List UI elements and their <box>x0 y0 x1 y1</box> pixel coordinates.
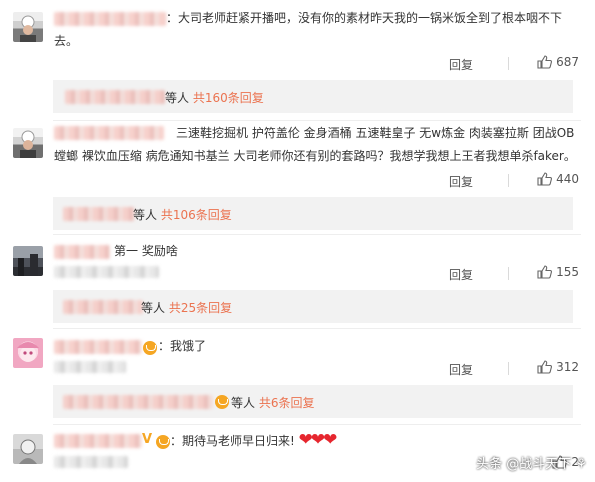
reply-button[interactable]: 回复 <box>449 266 489 283</box>
divider <box>53 234 581 235</box>
action-divider <box>508 362 509 375</box>
reply-button[interactable]: 回复 <box>449 361 489 378</box>
reply-button[interactable]: 回复 <box>449 173 489 190</box>
verified-v-icon: V <box>142 432 153 447</box>
comment-text-line: ：我饿了 <box>158 339 207 353</box>
comment-text-line: 三速鞋挖掘机 护符盖伦 金身酒桶 五速鞋皇子 无w炼金 肉装塞拉斯 团战OB <box>176 126 575 140</box>
blurred-username[interactable] <box>54 434 142 448</box>
comment-text-cont: 去。 <box>54 30 466 53</box>
like-button[interactable]: 155 <box>537 265 579 279</box>
comment-text-line: 螳螂 裸饮血压缩 病危通知书基兰 大司老师你还有别的套路吗？我想学我想上王者我想… <box>54 149 576 163</box>
comment-text-line: ：期待马老师早日归来! <box>170 434 295 448</box>
blurred-username[interactable] <box>54 126 164 140</box>
action-divider <box>508 174 509 187</box>
comment-text: 第一 奖励啥 <box>114 240 526 263</box>
sub-replies-prefix: 等人 <box>165 91 190 105</box>
action-divider <box>508 267 509 280</box>
sub-replies-label[interactable]: 等人 共6条回复 <box>231 394 314 411</box>
comment-text-line: 去。 <box>54 34 79 48</box>
sub-replies-prefix: 等人 <box>133 208 158 222</box>
thumbs-up-icon <box>537 55 553 69</box>
blurred-replier-names <box>63 395 213 409</box>
blurred-username <box>54 361 126 373</box>
like-count: 440 <box>556 172 579 186</box>
comment-text: ：我饿了 <box>158 335 570 358</box>
chef-avatar-icon <box>20 15 36 42</box>
sub-replies-label[interactable]: 等人 共25条回复 <box>141 299 232 316</box>
sub-replies-prefix: 等人 <box>231 396 256 410</box>
blurred-replier-names <box>63 207 135 221</box>
sub-replies-label[interactable]: 等人 共160条回复 <box>165 89 264 106</box>
heart-emoji-icon: ❤❤❤ <box>298 430 338 450</box>
blurred-username[interactable] <box>54 245 110 259</box>
divider <box>53 120 581 121</box>
comment-text-line: 第一 奖励啥 <box>114 244 178 258</box>
sub-replies-count[interactable]: 共160条回复 <box>193 91 264 105</box>
vip-badge-icon <box>143 341 157 355</box>
sub-replies-box[interactable]: 等人 共106条回复 <box>53 197 573 230</box>
comment-text-line: ：大司老师赶紧开播吧，没有你的素材昨天我的一锅米饭全到了根本咽不下 <box>166 11 563 25</box>
like-button[interactable]: 440 <box>537 172 579 186</box>
avatar[interactable] <box>13 128 43 158</box>
sub-replies-box[interactable]: 等人 共6条回复 <box>53 385 573 418</box>
avatar[interactable] <box>13 338 43 368</box>
comment-text: ：大司老师赶紧开播吧，没有你的素材昨天我的一锅米饭全到了根本咽不下 <box>166 7 578 30</box>
watermark: 头条 @战斗天下 ⚘ <box>476 457 587 472</box>
like-button[interactable]: 312 <box>537 360 579 374</box>
vip-badge-icon <box>215 395 229 409</box>
blurred-replier-names <box>65 90 165 104</box>
blurred-username <box>54 266 159 278</box>
avatar[interactable] <box>13 12 43 42</box>
sub-replies-count[interactable]: 共106条回复 <box>161 208 232 222</box>
thumbs-up-icon <box>537 172 553 186</box>
chef-avatar-icon <box>20 130 36 158</box>
like-count: 155 <box>556 265 579 279</box>
thumbs-up-icon <box>537 265 553 279</box>
comment-text: ：期待马老师早日归来! ❤❤❤ <box>170 429 470 453</box>
action-divider <box>508 57 509 70</box>
sub-replies-count[interactable]: 共6条回复 <box>259 396 315 410</box>
like-button[interactable]: 687 <box>537 55 579 69</box>
avatar[interactable] <box>13 434 43 464</box>
sub-replies-prefix: 等人 <box>141 301 166 315</box>
avatar[interactable] <box>13 246 43 276</box>
sub-replies-count[interactable]: 共25条回复 <box>169 301 232 315</box>
reply-button[interactable]: 回复 <box>449 56 489 73</box>
comment-actions: 回复 312 <box>449 360 579 378</box>
sub-replies-label[interactable]: 等人 共106条回复 <box>133 206 232 223</box>
comment-actions: 回复 440 <box>449 172 579 190</box>
blurred-username <box>54 456 128 468</box>
divider <box>53 328 581 329</box>
blurred-username[interactable] <box>54 340 142 354</box>
thumbs-up-icon <box>537 360 553 374</box>
like-count: 312 <box>556 360 579 374</box>
comment-text-cont: 螳螂 裸饮血压缩 病危通知书基兰 大司老师你还有别的套路吗？我想学我想上王者我想… <box>54 145 584 168</box>
sub-replies-box[interactable]: 等人 共25条回复 <box>53 290 573 323</box>
like-count: 687 <box>556 55 579 69</box>
blurred-replier-names <box>63 300 143 314</box>
vip-badge-icon <box>156 435 170 449</box>
divider <box>53 424 581 425</box>
comment-actions: 回复 155 <box>449 265 579 283</box>
sub-replies-box[interactable]: 等人 共160条回复 <box>53 80 573 113</box>
sketch-avatar-icon <box>19 439 37 464</box>
comment-actions: 回复 687 <box>449 55 579 73</box>
comment-text: 三速鞋挖掘机 护符盖伦 金身酒桶 五速鞋皇子 无w炼金 肉装塞拉斯 团战OB <box>176 122 588 145</box>
anime-avatar-icon <box>17 342 39 362</box>
blurred-username[interactable] <box>54 12 166 26</box>
photo-avatar-icon <box>18 254 38 276</box>
